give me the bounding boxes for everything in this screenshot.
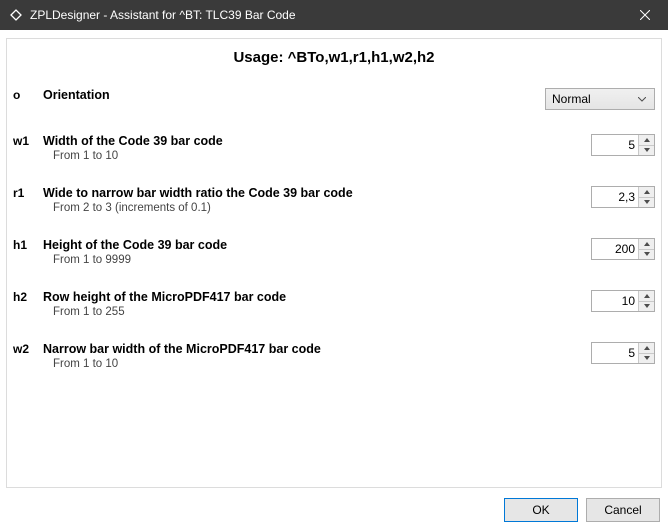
param-label: Width of the Code 39 bar code (43, 134, 525, 148)
param-code: h2 (7, 282, 37, 334)
param-range: From 1 to 255 (43, 304, 525, 318)
cancel-label: Cancel (604, 503, 641, 517)
spin-down-icon[interactable] (639, 302, 654, 312)
param-label: Height of the Code 39 bar code (43, 238, 525, 252)
close-icon (640, 10, 650, 20)
orientation-combo[interactable]: Normal (545, 88, 655, 110)
spin-down-icon[interactable] (639, 250, 654, 260)
w2-input[interactable] (592, 343, 638, 363)
w1-spin[interactable] (591, 134, 655, 156)
h2-spin[interactable] (591, 290, 655, 312)
spin-up-icon[interactable] (639, 343, 654, 354)
h1-spin[interactable] (591, 238, 655, 260)
ok-label: OK (532, 503, 549, 517)
param-label: Wide to narrow bar width ratio the Code … (43, 186, 525, 200)
h2-input[interactable] (592, 291, 638, 311)
param-row-h1: h1 Height of the Code 39 bar code From 1… (7, 230, 661, 282)
param-label: Row height of the MicroPDF417 bar code (43, 290, 525, 304)
spin-down-icon[interactable] (639, 146, 654, 156)
spin-up-icon[interactable] (639, 239, 654, 250)
spin-up-icon[interactable] (639, 187, 654, 198)
param-table: o Orientation Normal w1 Width (7, 80, 661, 386)
param-label: Orientation (43, 88, 525, 102)
app-icon (8, 7, 24, 23)
param-label: Narrow bar width of the MicroPDF417 bar … (43, 342, 525, 356)
param-range: From 2 to 3 (increments of 0.1) (43, 200, 525, 214)
param-row-o: o Orientation Normal (7, 80, 661, 126)
w2-spin[interactable] (591, 342, 655, 364)
close-button[interactable] (622, 0, 668, 30)
h1-input[interactable] (592, 239, 638, 259)
param-code: r1 (7, 178, 37, 230)
param-range: From 1 to 10 (43, 356, 525, 370)
param-row-h2: h2 Row height of the MicroPDF417 bar cod… (7, 282, 661, 334)
window-title: ZPLDesigner - Assistant for ^BT: TLC39 B… (30, 8, 296, 22)
param-row-r1: r1 Wide to narrow bar width ratio the Co… (7, 178, 661, 230)
ok-button[interactable]: OK (504, 498, 578, 522)
spin-up-icon[interactable] (639, 135, 654, 146)
cancel-button[interactable]: Cancel (586, 498, 660, 522)
param-row-w2: w2 Narrow bar width of the MicroPDF417 b… (7, 334, 661, 386)
spin-down-icon[interactable] (639, 354, 654, 364)
param-code: w1 (7, 126, 37, 178)
param-range: From 1 to 10 (43, 148, 525, 162)
param-code: h1 (7, 230, 37, 282)
spin-down-icon[interactable] (639, 198, 654, 208)
param-row-w1: w1 Width of the Code 39 bar code From 1 … (7, 126, 661, 178)
param-range: From 1 to 9999 (43, 252, 525, 266)
param-code: w2 (7, 334, 37, 386)
button-bar: OK Cancel (504, 498, 660, 522)
client-area: Usage: ^BTo,w1,r1,h1,w2,h2 o Orientation… (0, 30, 668, 530)
titlebar: ZPLDesigner - Assistant for ^BT: TLC39 B… (0, 0, 668, 30)
usage-header: Usage: ^BTo,w1,r1,h1,w2,h2 (7, 39, 661, 80)
w1-input[interactable] (592, 135, 638, 155)
orientation-value: Normal (552, 92, 634, 106)
param-code: o (7, 80, 37, 126)
chevron-down-icon (634, 97, 650, 102)
r1-input[interactable] (592, 187, 638, 207)
content-frame: Usage: ^BTo,w1,r1,h1,w2,h2 o Orientation… (6, 38, 662, 488)
spin-up-icon[interactable] (639, 291, 654, 302)
r1-spin[interactable] (591, 186, 655, 208)
